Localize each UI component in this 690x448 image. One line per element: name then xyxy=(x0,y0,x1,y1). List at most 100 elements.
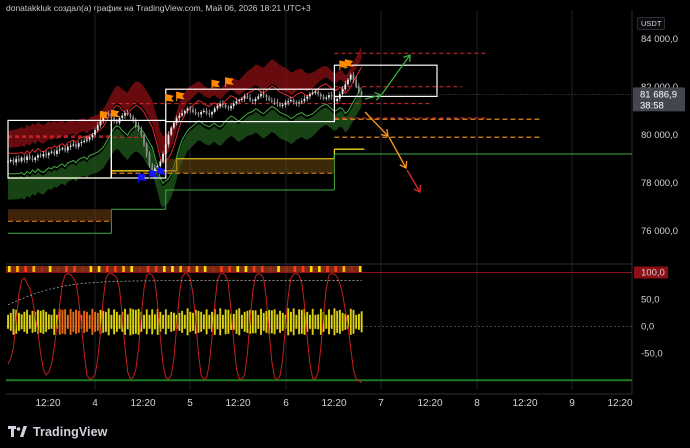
orange-arrow-shaft xyxy=(388,136,407,169)
candle xyxy=(298,99,300,107)
candle-body xyxy=(349,74,352,80)
heat-cell xyxy=(342,266,346,273)
candle xyxy=(309,92,311,100)
chart-canvas[interactable]: 84 000,082 000,080 000,078 000,076 000,0… xyxy=(0,0,690,448)
candle-body xyxy=(64,148,67,151)
osc-histogram-bar xyxy=(132,309,135,335)
candle-body xyxy=(284,102,287,105)
osc-histogram-bar xyxy=(64,309,67,335)
candle xyxy=(322,94,325,101)
osc-histogram-bar xyxy=(143,314,145,329)
osc-histogram-bar xyxy=(12,308,15,335)
candle xyxy=(23,155,26,163)
candle-body xyxy=(66,146,69,151)
candle-body xyxy=(347,79,349,85)
osc-histogram-bar xyxy=(260,308,262,335)
osc-histogram-bar xyxy=(96,312,99,331)
candle-body xyxy=(178,115,181,118)
candle-body xyxy=(230,106,232,109)
heat-cell xyxy=(171,266,174,273)
osc-histogram-bar xyxy=(227,309,230,334)
candle-body xyxy=(61,148,64,150)
candle-body xyxy=(300,101,303,103)
osc-tick-label: -50,0 xyxy=(641,348,663,359)
osc-histogram-bar xyxy=(72,311,75,332)
candle xyxy=(257,93,260,101)
osc-histogram-bar xyxy=(246,310,249,333)
candle xyxy=(34,156,37,163)
heat-cell xyxy=(334,266,337,273)
candle-body xyxy=(357,86,360,92)
heat-cell xyxy=(326,266,329,273)
osc-histogram-bar xyxy=(309,314,311,329)
candle xyxy=(300,98,303,104)
osc-histogram-bar xyxy=(241,314,243,329)
osc-histogram-bar xyxy=(262,312,265,331)
osc-histogram-bar xyxy=(270,310,273,334)
osc-histogram-bar xyxy=(173,312,175,331)
heat-cell xyxy=(203,266,207,273)
candle-body xyxy=(194,112,197,114)
osc-histogram-bar xyxy=(61,309,64,334)
candle-body xyxy=(173,122,175,128)
candle-body xyxy=(257,96,260,99)
candle xyxy=(77,141,80,150)
candle xyxy=(83,137,86,144)
candle-body xyxy=(129,114,132,117)
candle xyxy=(208,109,211,118)
heat-cell xyxy=(228,266,231,273)
osc-histogram-bar xyxy=(251,310,254,334)
candle-body xyxy=(145,144,148,154)
candle-body xyxy=(251,100,254,102)
candle-body xyxy=(292,100,295,103)
candle-body xyxy=(246,96,249,98)
heat-cell xyxy=(187,266,191,273)
heat-cell xyxy=(122,266,125,273)
candle-body xyxy=(186,108,189,111)
osc-histogram-bar xyxy=(134,309,137,334)
candle-body xyxy=(17,158,20,162)
candle-body xyxy=(31,158,34,160)
osc-histogram-bar xyxy=(7,314,9,329)
candle xyxy=(213,106,216,114)
osc-histogram-bar xyxy=(31,310,34,333)
osc-histogram-bar xyxy=(192,312,194,331)
candle-body xyxy=(99,120,102,126)
candle-body xyxy=(279,103,281,106)
candle xyxy=(279,102,281,108)
heat-cell xyxy=(195,266,199,273)
heat-cell xyxy=(236,266,240,273)
candle-body xyxy=(12,160,15,163)
heat-cell xyxy=(179,266,182,273)
candle-body xyxy=(287,101,290,103)
heat-cell xyxy=(114,266,117,273)
signal-flag xyxy=(138,173,147,183)
candle-body xyxy=(192,109,194,112)
osc-tick-label: 100,0 xyxy=(641,267,665,278)
signal-flag xyxy=(165,93,174,104)
candle xyxy=(276,98,279,107)
osc-histogram-bar xyxy=(113,309,116,335)
candle xyxy=(26,153,28,164)
candle-body xyxy=(235,101,238,104)
osc-histogram-bar xyxy=(102,310,105,333)
candle xyxy=(66,144,69,154)
heat-cell xyxy=(97,266,101,273)
time-tick-label: 4 xyxy=(92,398,98,409)
osc-histogram-bar xyxy=(208,314,211,329)
candle-body xyxy=(314,91,317,93)
candle xyxy=(262,90,265,98)
osc-histogram-bar xyxy=(314,314,317,329)
time-tick-label: 6 xyxy=(283,398,289,409)
candle-body xyxy=(208,113,211,115)
osc-histogram-bar xyxy=(45,311,48,332)
candle xyxy=(265,93,268,101)
candle-body xyxy=(85,139,88,141)
candle-body xyxy=(260,94,262,97)
candle xyxy=(132,114,135,124)
osc-histogram-bar xyxy=(88,314,91,329)
osc-histogram-bar xyxy=(39,310,42,333)
price-tick-label: 80 000,0 xyxy=(641,130,678,141)
heat-cell xyxy=(212,266,215,273)
osc-histogram-bar xyxy=(77,310,80,333)
